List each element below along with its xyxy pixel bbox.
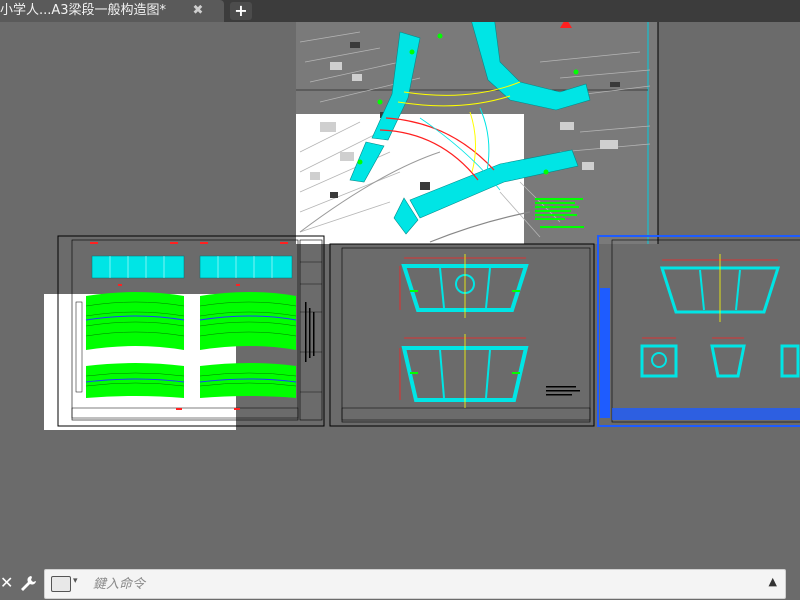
top-plates — [91, 255, 293, 279]
dimension-lines — [399, 257, 526, 400]
sheet1-title-rows — [300, 261, 322, 393]
chevron-down-icon[interactable]: ▾ — [73, 576, 78, 586]
sheet3 — [597, 235, 800, 427]
sheet3-title-block — [612, 408, 800, 420]
command-bar: ✕ ▾ ▲ — [0, 566, 800, 600]
close-icon[interactable]: ✖ — [190, 0, 206, 22]
tab-bar: 小学人...A3梁段一般构造图* ✖ + — [0, 0, 800, 22]
sheet1-title-column — [299, 239, 323, 421]
cad-drawing — [44, 22, 800, 430]
drawing-canvas[interactable] — [0, 22, 800, 566]
sheet3-frame — [597, 235, 800, 427]
command-input[interactable] — [91, 572, 695, 596]
sheet3-side-label — [600, 288, 610, 418]
new-tab-button[interactable]: + — [230, 2, 252, 20]
command-line-field: ▾ ▲ — [44, 569, 786, 599]
sheet3-webs — [651, 269, 741, 368]
history-arrow-icon[interactable]: ▲ — [769, 575, 777, 588]
command-prompt-icon[interactable] — [51, 576, 71, 592]
sheet2 — [329, 243, 595, 427]
tab-label: 小学人...A3梁段一般构造图* — [0, 3, 167, 18]
plan-sheet — [296, 22, 659, 244]
sheet2-notes — [546, 386, 580, 396]
close-icon[interactable]: ✕ — [0, 574, 13, 592]
sheet2-title-block — [341, 407, 591, 421]
tab-drawing[interactable]: 小学人...A3梁段一般构造图* ✖ — [0, 0, 224, 22]
wrench-icon[interactable] — [18, 574, 38, 592]
